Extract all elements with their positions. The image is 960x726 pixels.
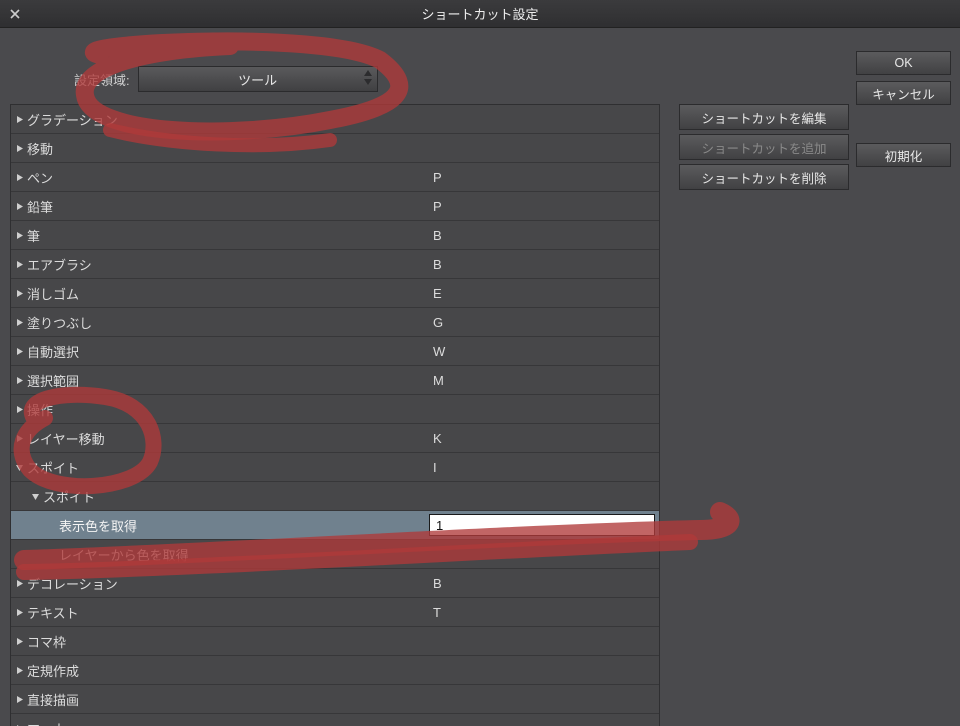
row-label: グラデーション	[27, 110, 425, 129]
row-label: 自動選択	[27, 342, 425, 361]
titlebar: ショートカット設定	[0, 0, 960, 28]
row-label: スポイト	[27, 458, 425, 477]
triangle-right-icon[interactable]	[11, 202, 27, 211]
list-row[interactable]: 表示色を取得	[11, 511, 659, 540]
row-label: 鉛筆	[27, 197, 425, 216]
shortcut-list[interactable]: グラデーション移動ペンP鉛筆P筆BエアブラシB消しゴムE塗りつぶしG自動選択W選…	[10, 104, 660, 726]
list-row[interactable]: レイヤー移動K	[11, 424, 659, 453]
triangle-right-icon[interactable]	[11, 260, 27, 269]
triangle-right-icon[interactable]	[11, 405, 27, 414]
row-shortcut: T	[425, 605, 659, 620]
triangle-right-icon[interactable]	[11, 637, 27, 646]
shortcut-input[interactable]	[429, 514, 655, 536]
row-label: 塗りつぶし	[27, 313, 425, 332]
row-label: コマ枠	[27, 632, 425, 651]
row-label: レイヤー移動	[27, 429, 425, 448]
row-label: 筆	[27, 226, 425, 245]
list-row[interactable]: 直接描画	[11, 685, 659, 714]
list-row[interactable]: 操作	[11, 395, 659, 424]
row-label: テキスト	[27, 603, 425, 622]
cancel-button[interactable]: キャンセル	[856, 81, 951, 105]
triangle-down-icon[interactable]	[11, 463, 27, 472]
list-row[interactable]: デコレーションB	[11, 569, 659, 598]
row-label: レイヤーから色を取得	[43, 545, 425, 564]
list-row[interactable]: 自動選択W	[11, 337, 659, 366]
list-row[interactable]: 消しゴムE	[11, 279, 659, 308]
row-label: エアブラシ	[27, 255, 425, 274]
list-row[interactable]: スポイト	[11, 482, 659, 511]
row-label: 消しゴム	[27, 284, 425, 303]
list-row[interactable]: ペンP	[11, 163, 659, 192]
list-row[interactable]: 選択範囲M	[11, 366, 659, 395]
config-area-row: 設定領域: ツール	[74, 66, 378, 92]
triangle-right-icon[interactable]	[11, 608, 27, 617]
edit-shortcut-button[interactable]: ショートカットを編集	[679, 104, 849, 130]
triangle-right-icon[interactable]	[11, 289, 27, 298]
triangle-right-icon[interactable]	[11, 579, 27, 588]
list-row[interactable]: コマ枠	[11, 627, 659, 656]
triangle-right-icon[interactable]	[11, 347, 27, 356]
row-label: 移動	[27, 139, 425, 158]
triangle-right-icon[interactable]	[11, 376, 27, 385]
triangle-right-icon[interactable]	[11, 318, 27, 327]
row-label: ペン	[27, 168, 425, 187]
delete-shortcut-button[interactable]: ショートカットを削除	[679, 164, 849, 190]
list-row[interactable]: エアブラシB	[11, 250, 659, 279]
row-label: 直接描画	[27, 690, 425, 709]
row-shortcut: P	[425, 170, 659, 185]
row-shortcut: M	[425, 373, 659, 388]
row-shortcut: P	[425, 199, 659, 214]
dropdown-value: ツール	[238, 70, 277, 89]
triangle-right-icon[interactable]	[11, 231, 27, 240]
row-label: 定規作成	[27, 661, 425, 680]
list-row[interactable]: 定規作成	[11, 656, 659, 685]
row-shortcut: B	[425, 576, 659, 591]
row-shortcut: K	[425, 431, 659, 446]
row-label: スポイト	[43, 487, 425, 506]
row-label: 操作	[27, 400, 425, 419]
list-row[interactable]: 鉛筆P	[11, 192, 659, 221]
row-shortcut: E	[425, 286, 659, 301]
reset-button[interactable]: 初期化	[856, 143, 951, 167]
row-shortcut: B	[425, 257, 659, 272]
triangle-down-icon[interactable]	[27, 492, 43, 501]
row-shortcut: W	[425, 344, 659, 359]
row-label: デコレーション	[27, 574, 425, 593]
config-area-dropdown[interactable]: ツール	[138, 66, 378, 92]
triangle-right-icon[interactable]	[11, 144, 27, 153]
triangle-right-icon[interactable]	[11, 695, 27, 704]
row-shortcut: G	[425, 315, 659, 330]
window-title: ショートカット設定	[421, 4, 538, 23]
config-area-label: 設定領域:	[74, 70, 130, 89]
list-row[interactable]: 筆B	[11, 221, 659, 250]
list-row[interactable]: グラデーション	[11, 105, 659, 134]
list-row[interactable]: 塗りつぶしG	[11, 308, 659, 337]
triangle-right-icon[interactable]	[11, 666, 27, 675]
list-row[interactable]: 移動	[11, 134, 659, 163]
row-label: マーカー	[27, 719, 425, 726]
row-shortcut: B	[425, 228, 659, 243]
add-shortcut-button[interactable]: ショートカットを追加	[679, 134, 849, 160]
triangle-right-icon[interactable]	[11, 173, 27, 182]
stepper-arrows-icon	[363, 69, 373, 86]
triangle-right-icon[interactable]	[11, 115, 27, 124]
list-row[interactable]: マーカー	[11, 714, 659, 726]
list-row[interactable]: レイヤーから色を取得	[11, 540, 659, 569]
row-label: 表示色を取得	[43, 516, 425, 535]
list-row[interactable]: スポイトI	[11, 453, 659, 482]
list-row[interactable]: テキストT	[11, 598, 659, 627]
row-shortcut: I	[425, 460, 659, 475]
row-label: 選択範囲	[27, 371, 425, 390]
ok-button[interactable]: OK	[856, 51, 951, 75]
triangle-right-icon[interactable]	[11, 434, 27, 443]
close-icon[interactable]	[8, 7, 22, 21]
